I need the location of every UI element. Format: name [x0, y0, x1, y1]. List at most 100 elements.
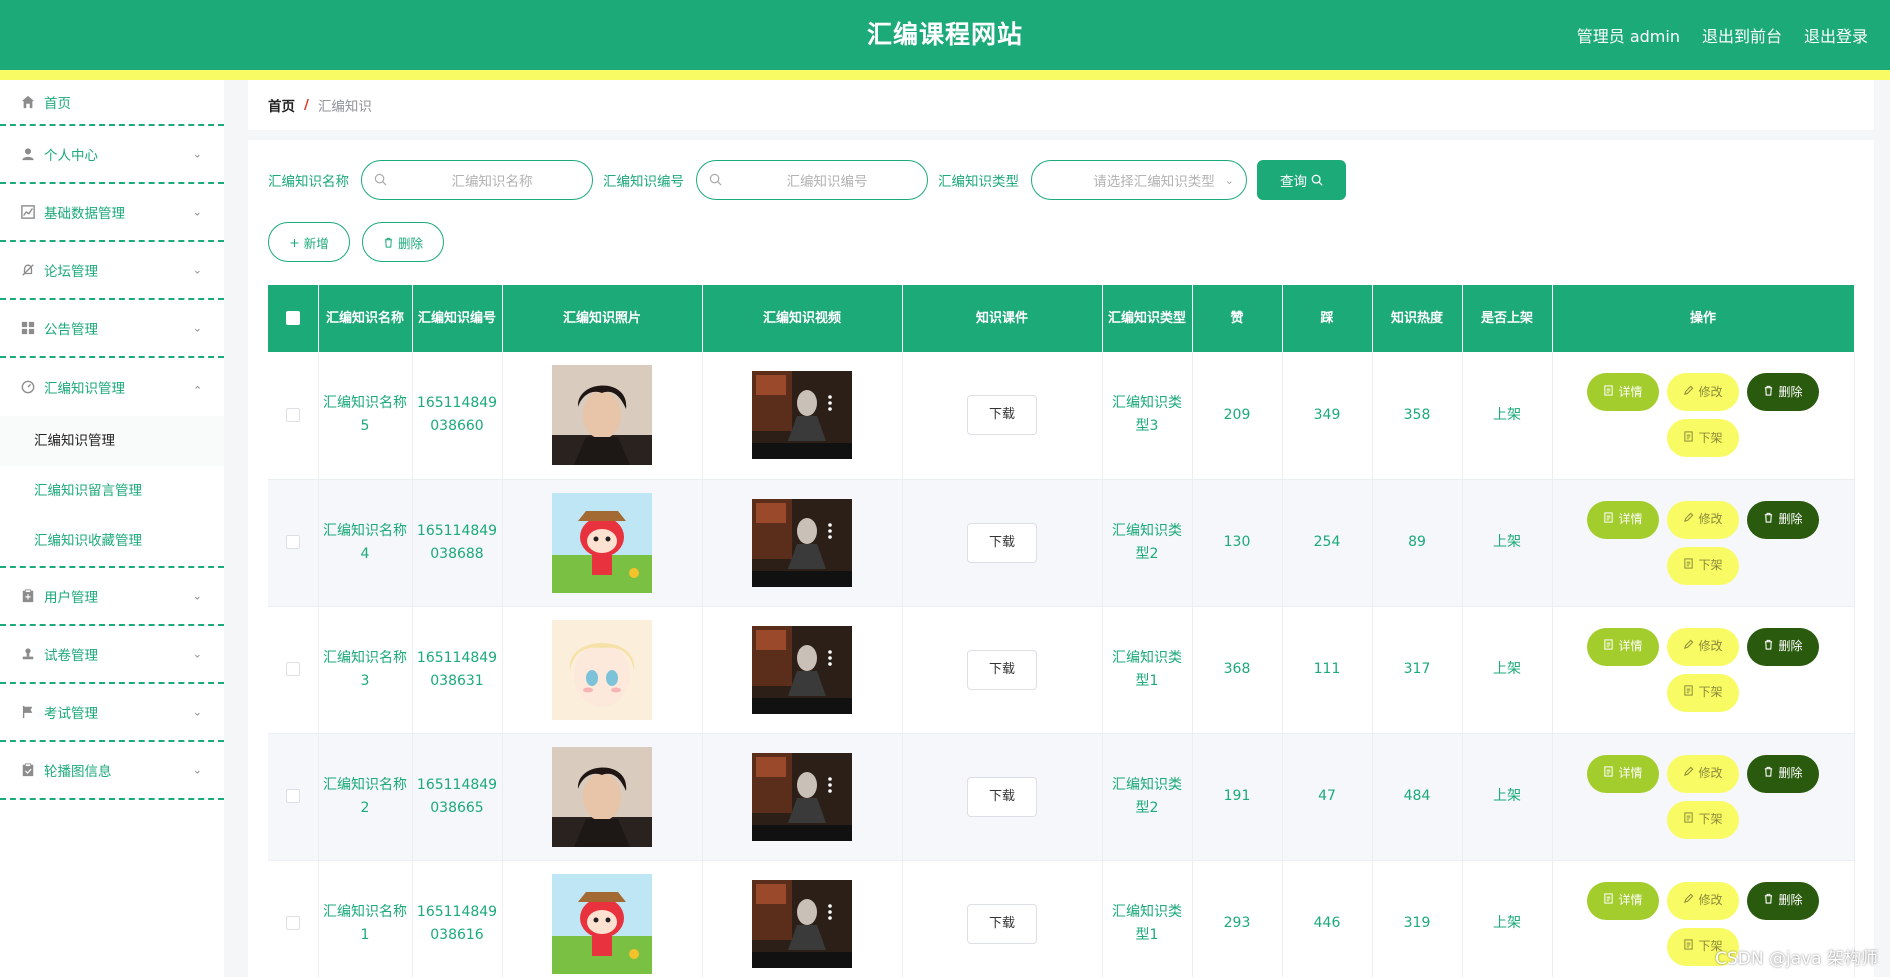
off-shelf-button[interactable]: 下架 — [1667, 800, 1739, 839]
trash-icon — [1763, 635, 1774, 658]
delete-button[interactable]: 删除 — [1747, 500, 1819, 539]
sidebar-item-knowledge[interactable]: 汇编知识管理 ⌄ — [0, 358, 224, 416]
select-all-checkbox[interactable] — [285, 311, 300, 325]
detail-button[interactable]: 详情 — [1587, 373, 1659, 412]
download-button[interactable]: 下载 — [967, 649, 1037, 690]
cell-status: 上架 — [1462, 352, 1553, 480]
logout-link[interactable]: 退出登录 — [1804, 23, 1868, 47]
cell-courseware: 下载 — [902, 352, 1103, 480]
chevron-down-icon: ⌄ — [192, 147, 202, 161]
video-player[interactable] — [752, 752, 852, 841]
table-row: 汇编知识名称2 165114849038665 下载 汇编知识类型2 191 47 484 上… — [268, 733, 1855, 861]
off-shelf-button[interactable]: 下架 — [1667, 673, 1739, 712]
off-shelf-button[interactable]: 下架 — [1667, 546, 1739, 585]
detail-button[interactable]: 详情 — [1587, 500, 1659, 539]
submenu-item-knowledge[interactable]: 汇编知识管理 — [0, 416, 224, 466]
code-search-input[interactable]: 汇编知识编号 — [696, 160, 928, 200]
delete-button[interactable]: 删除 — [1747, 373, 1819, 412]
detail-button[interactable]: 详情 — [1587, 627, 1659, 666]
header-stripe — [0, 70, 1890, 80]
row-checkbox[interactable] — [285, 916, 300, 930]
row-checkbox[interactable] — [285, 535, 300, 549]
cell-dislike: 111 — [1282, 606, 1373, 734]
submenu-item-favorites[interactable]: 汇编知识收藏管理 — [0, 516, 224, 566]
cell-status: 上架 — [1462, 479, 1553, 607]
sidebar-item-notice[interactable]: 公告管理 ⌄ — [0, 300, 224, 358]
sidebar-item-home[interactable]: 首页 — [0, 80, 224, 126]
submenu-item-comments[interactable]: 汇编知识留言管理 — [0, 466, 224, 516]
sidebar-item-label: 基础数据管理 — [44, 206, 125, 222]
header-actions: 管理员 admin 退出到前台 退出登录 — [1577, 0, 1868, 70]
query-button-label: 查询 — [1280, 174, 1307, 190]
cell-type: 汇编知识类型3 — [1102, 352, 1193, 480]
top-header: 汇编课程网站 管理员 admin 退出到前台 退出登录 — [0, 0, 1890, 70]
batch-delete-button[interactable]: 删除 — [362, 222, 444, 262]
query-button[interactable]: 查询 — [1257, 160, 1346, 200]
delete-button[interactable]: 删除 — [1747, 627, 1819, 666]
delete-button-label: 删除 — [1778, 766, 1803, 780]
document-icon — [1603, 762, 1614, 785]
download-button[interactable]: 下载 — [967, 903, 1037, 944]
edit-button-label: 修改 — [1698, 384, 1723, 399]
sidebar-item-basic-data[interactable]: 基础数据管理 ⌄ — [0, 184, 224, 242]
sidebar-item-label: 考试管理 — [44, 706, 98, 722]
column-header: 汇编知识编号 — [412, 285, 503, 352]
row-checkbox[interactable] — [285, 789, 300, 803]
document-icon — [1683, 681, 1694, 704]
name-search-placeholder: 汇编知识名称 — [451, 174, 533, 190]
document-icon — [1603, 889, 1614, 912]
row-actions: 详情 修改 删除 下架 — [1584, 373, 1822, 458]
sidebar-item-exams[interactable]: 考试管理 ⌄ — [0, 684, 224, 742]
delete-button[interactable]: 删除 — [1747, 881, 1819, 920]
name-search-input[interactable]: 汇编知识名称 — [361, 160, 593, 200]
cell-code: 165114849038665 — [412, 733, 503, 861]
edit-button[interactable]: 修改 — [1667, 881, 1739, 920]
cell-ops: 详情 修改 删除下架 — [1552, 733, 1855, 861]
breadcrumb: 首页 / 汇编知识 — [248, 80, 1874, 130]
detail-button[interactable]: 详情 — [1587, 754, 1659, 793]
breadcrumb-home[interactable]: 首页 — [268, 95, 295, 115]
sidebar-item-papers[interactable]: 试卷管理 ⌄ — [0, 626, 224, 684]
knowledge-photo — [552, 492, 652, 593]
video-player[interactable] — [752, 371, 852, 460]
trash-icon — [384, 237, 393, 248]
document-icon — [1683, 427, 1694, 450]
sidebar-item-users[interactable]: 用户管理 ⌄ — [0, 568, 224, 626]
cell-status: 上架 — [1462, 733, 1553, 861]
search-bar: 汇编知识名称 汇编知识名称 汇编知识编号 汇编知识编号 汇编知识类型 请选择汇编… — [268, 160, 1346, 200]
checklist-icon — [20, 762, 36, 778]
knowledge-photo — [552, 746, 652, 847]
sidebar-item-label: 汇编知识管理 — [44, 381, 125, 397]
cell-hot: 89 — [1372, 479, 1463, 607]
type-select[interactable]: 请选择汇编知识类型 ⌄ — [1031, 160, 1247, 200]
row-checkbox[interactable] — [285, 662, 300, 676]
to-front-link[interactable]: 退出到前台 — [1702, 23, 1782, 47]
type-search-label: 汇编知识类型 — [938, 174, 1019, 190]
video-player[interactable] — [752, 625, 852, 714]
detail-button[interactable]: 详情 — [1587, 881, 1659, 920]
add-button[interactable]: + 新增 — [268, 222, 350, 262]
row-select-cell — [268, 352, 319, 480]
chevron-down-icon: ⌄ — [192, 321, 202, 335]
sidebar-item-forum[interactable]: 论坛管理 ⌄ — [0, 242, 224, 300]
download-button[interactable]: 下载 — [967, 395, 1037, 436]
edit-button-label: 修改 — [1698, 512, 1723, 526]
edit-button[interactable]: 修改 — [1667, 373, 1739, 412]
row-checkbox[interactable] — [285, 407, 300, 422]
video-player[interactable] — [752, 498, 852, 587]
delete-button[interactable]: 删除 — [1747, 754, 1819, 793]
download-button[interactable]: 下载 — [967, 776, 1037, 817]
download-button[interactable]: 下载 — [967, 522, 1037, 563]
off-shelf-button-label: 下架 — [1698, 812, 1723, 826]
off-shelf-button[interactable]: 下架 — [1667, 419, 1739, 458]
cell-code: 165114849038631 — [412, 606, 503, 734]
cell-video — [702, 352, 903, 480]
edit-button[interactable]: 修改 — [1667, 500, 1739, 539]
sidebar-item-personal[interactable]: 个人中心 ⌄ — [0, 126, 224, 184]
edit-button[interactable]: 修改 — [1667, 754, 1739, 793]
sidebar-item-label: 公告管理 — [44, 322, 98, 338]
trash-icon — [1763, 381, 1774, 404]
video-player[interactable] — [752, 879, 852, 968]
edit-button[interactable]: 修改 — [1667, 627, 1739, 666]
sidebar-item-carousel[interactable]: 轮播图信息 ⌄ — [0, 742, 224, 800]
